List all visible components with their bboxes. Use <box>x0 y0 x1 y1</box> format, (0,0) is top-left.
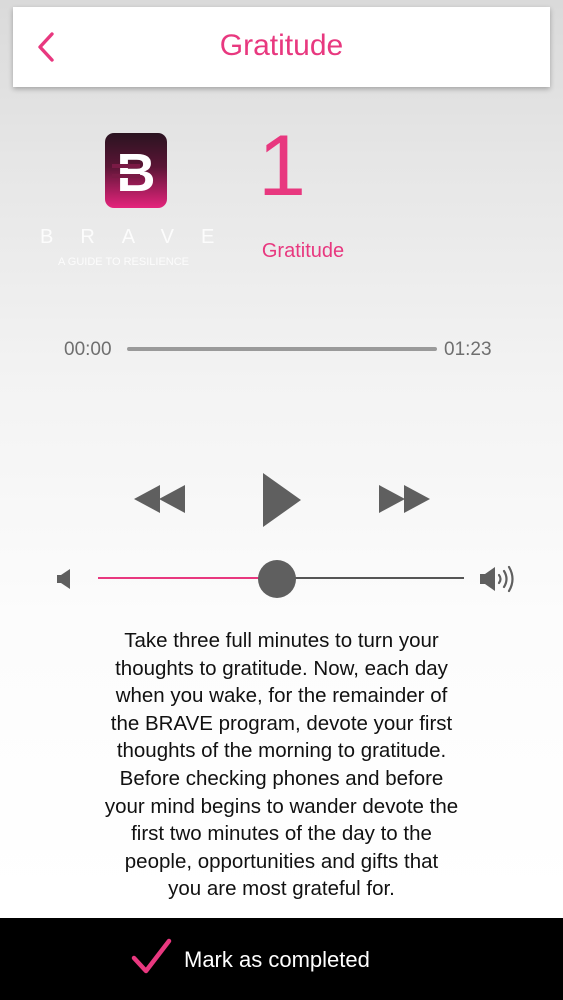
brand-tagline: A GUIDE TO RESILIENCE <box>58 256 190 268</box>
speaker-low-icon <box>57 569 70 589</box>
day-label: Gratitude <box>261 240 345 262</box>
description-line: Before checking phones and before <box>119 766 444 790</box>
checkmark-icon <box>131 938 172 974</box>
brand-wordmark: BRAVE <box>40 226 242 248</box>
description-line: your mind begins to wander devote the <box>104 794 459 818</box>
elapsed-time: 00:00 <box>64 339 112 360</box>
volume-high-button[interactable] <box>478 564 520 594</box>
speaker-high-icon <box>480 565 514 593</box>
fast-forward-icon <box>379 485 430 513</box>
play-button[interactable] <box>262 473 302 527</box>
description-line: thoughts to gratitude. Now, each day <box>115 656 448 680</box>
rewind-icon <box>134 485 185 513</box>
description-line: the BRAVE program, devote your first <box>110 711 453 735</box>
day-number: 1 <box>258 118 306 214</box>
description-line: thoughts of the morning to gratitude. <box>116 739 447 763</box>
progress-bar[interactable] <box>127 347 437 351</box>
brave-logo-mark: B <box>112 143 156 203</box>
brave-logo: B <box>105 133 167 208</box>
description-line: people, opportunities and gifts that <box>124 849 439 873</box>
description-line: you are most grateful for. <box>168 877 395 901</box>
play-icon <box>263 473 301 527</box>
description-line: when you wake, for the remainder of <box>115 684 448 708</box>
duration-time: 01:23 <box>444 339 492 360</box>
header-bar: Gratitude <box>13 7 550 87</box>
description-line: Take three full minutes to turn your <box>124 629 439 652</box>
volume-low-button[interactable] <box>56 568 76 590</box>
fast-forward-button[interactable] <box>377 483 431 515</box>
rewind-button[interactable] <box>133 483 187 515</box>
mark-completed-label: Mark as completed <box>184 947 370 972</box>
mark-completed-button[interactable]: Mark as completed <box>0 918 563 1000</box>
svg-text:B: B <box>117 143 156 203</box>
session-description: Take three full minutes to turn your tho… <box>60 627 503 903</box>
description-line: first two minutes of the day to the <box>131 822 432 846</box>
page-title: Gratitude <box>219 29 344 62</box>
